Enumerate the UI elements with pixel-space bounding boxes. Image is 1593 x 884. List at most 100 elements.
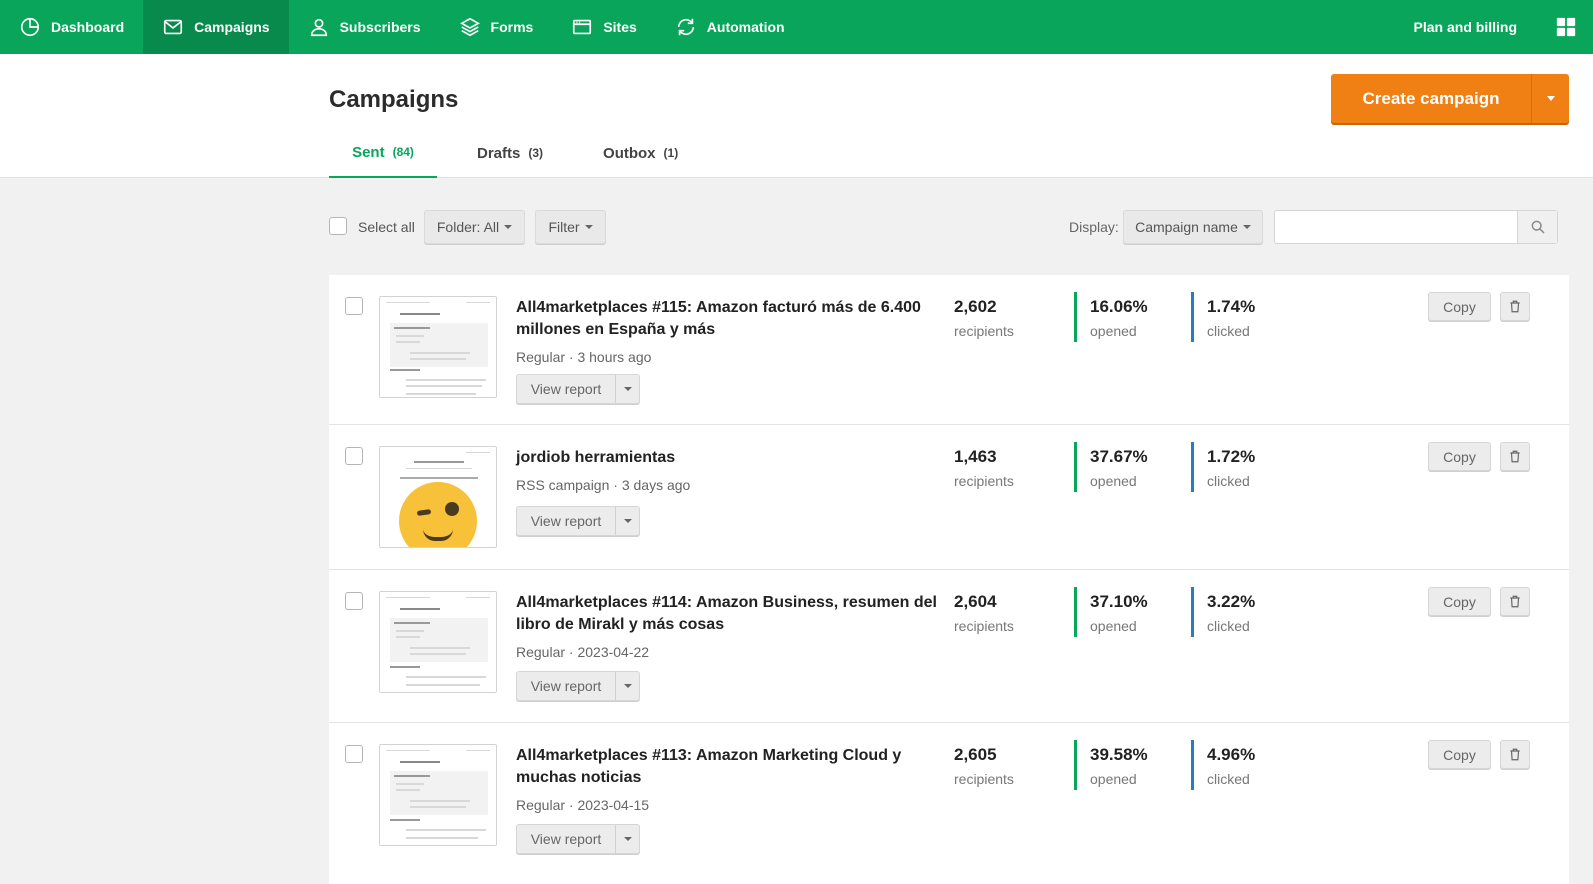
tab-drafts[interactable]: Drafts (3) (477, 128, 543, 178)
campaign-title[interactable]: jordiob herramientas (516, 447, 956, 469)
tab-sent-label: Sent (352, 143, 385, 161)
page-header: Campaigns Create campaign Sent (84) Draf… (0, 54, 1593, 178)
winking-face-icon (399, 482, 477, 547)
search-button[interactable] (1517, 211, 1557, 243)
campaign-row: All4marketplaces #113: Amazon Marketing … (329, 723, 1569, 884)
tab-outbox[interactable]: Outbox (1) (603, 128, 678, 178)
delete-button[interactable] (1500, 292, 1530, 321)
opened-stat: 39.58% opened (1074, 740, 1148, 790)
select-all-checkbox[interactable] (329, 217, 347, 235)
campaign-title[interactable]: All4marketplaces #113: Amazon Marketing … (516, 745, 956, 789)
nav-campaigns-label: Campaigns (194, 19, 270, 35)
browser-window-icon (573, 19, 592, 35)
pie-chart-icon (20, 17, 40, 37)
opened-value: 16.06% (1090, 297, 1148, 316)
filter-dropdown[interactable]: Filter (535, 210, 606, 244)
nav-dashboard[interactable]: Dashboard (0, 0, 143, 54)
page-title: Campaigns (329, 86, 459, 113)
view-report-dropdown[interactable] (615, 825, 639, 853)
refresh-icon (677, 18, 694, 36)
recipients-stat: 2,605 recipients (954, 745, 1014, 787)
clicked-label: clicked (1207, 323, 1250, 339)
nav-subscribers-label: Subscribers (339, 19, 421, 35)
campaign-checkbox[interactable] (345, 447, 363, 465)
recipients-label: recipients (954, 771, 1014, 787)
plan-and-billing-link[interactable]: Plan and billing (1392, 0, 1539, 54)
tab-drafts-label: Drafts (477, 144, 521, 162)
campaign-thumbnail[interactable] (379, 744, 497, 846)
view-report-dropdown[interactable] (615, 672, 639, 700)
nav-subscribers[interactable]: Subscribers (289, 0, 440, 54)
copy-button[interactable]: Copy (1428, 587, 1491, 616)
folder-dropdown[interactable]: Folder: All (424, 210, 525, 244)
view-report-button[interactable]: View report (517, 672, 615, 700)
nav-automation[interactable]: Automation (656, 0, 804, 54)
opened-value: 39.58% (1090, 745, 1148, 764)
copy-button[interactable]: Copy (1428, 442, 1491, 471)
recipients-label: recipients (954, 323, 1014, 339)
campaign-checkbox[interactable] (345, 592, 363, 610)
clicked-value: 4.96% (1207, 745, 1256, 764)
recipients-label: recipients (954, 618, 1014, 634)
campaign-thumbnail[interactable] (379, 446, 497, 548)
clicked-stat: 3.22% clicked (1191, 587, 1255, 637)
opened-label: opened (1090, 473, 1137, 489)
campaign-list: All4marketplaces #115: Amazon facturó má… (329, 275, 1569, 884)
view-report-dropdown[interactable] (615, 375, 639, 403)
campaign-meta: RSS campaign · 3 days ago (516, 477, 691, 493)
trash-icon (1510, 595, 1520, 608)
tab-outbox-label: Outbox (603, 144, 656, 162)
display-label: Display: (1069, 219, 1119, 235)
campaign-title[interactable]: All4marketplaces #114: Amazon Business, … (516, 592, 956, 636)
opened-stat: 37.67% opened (1074, 442, 1148, 492)
view-report-dropdown[interactable] (615, 507, 639, 535)
tab-outbox-count: (1) (663, 146, 679, 160)
create-campaign-dropdown[interactable] (1531, 74, 1569, 123)
apps-menu-button[interactable] (1539, 0, 1593, 54)
clicked-label: clicked (1207, 618, 1250, 634)
campaign-tabs: Sent (84) Drafts (3) Outbox (1) (329, 128, 678, 178)
campaign-thumbnail[interactable] (379, 296, 497, 398)
campaign-title[interactable]: All4marketplaces #115: Amazon facturó má… (516, 297, 956, 341)
view-report-button[interactable]: View report (517, 825, 615, 853)
view-report-button[interactable]: View report (517, 507, 615, 535)
clicked-stat: 1.74% clicked (1191, 292, 1255, 342)
list-toolbar: Select all Folder: All Filter Display: C… (329, 210, 1569, 244)
nav-forms[interactable]: Forms (440, 0, 553, 54)
clicked-value: 1.74% (1207, 297, 1256, 316)
caret-down-icon (623, 837, 632, 841)
delete-button[interactable] (1500, 587, 1530, 616)
recipients-stat: 2,604 recipients (954, 592, 1014, 634)
search-input[interactable] (1275, 211, 1517, 243)
view-report-button[interactable]: View report (517, 375, 615, 403)
recipients-value: 2,604 (954, 592, 997, 611)
caret-down-icon (504, 225, 513, 229)
caret-down-icon (623, 387, 632, 391)
campaign-meta: Regular · 2023-04-22 (516, 644, 650, 660)
create-campaign-button[interactable]: Create campaign (1331, 74, 1531, 123)
campaign-checkbox[interactable] (345, 745, 363, 763)
delete-button[interactable] (1500, 740, 1530, 769)
copy-button[interactable]: Copy (1428, 292, 1491, 321)
opened-stat: 37.10% opened (1074, 587, 1148, 637)
envelope-icon (164, 19, 183, 35)
nav-campaigns[interactable]: Campaigns (143, 0, 289, 54)
recipients-value: 2,602 (954, 297, 997, 316)
opened-stat: 16.06% opened (1074, 292, 1148, 342)
recipients-stat: 1,463 recipients (954, 447, 1014, 489)
caret-down-icon (623, 519, 632, 523)
nav-sites[interactable]: Sites (552, 0, 655, 54)
select-all-label[interactable]: Select all (358, 219, 415, 235)
campaign-checkbox[interactable] (345, 297, 363, 315)
recipients-label: recipients (954, 473, 1014, 489)
top-navigation: Dashboard Campaigns Subscribers Forms Si… (0, 0, 1593, 54)
copy-button[interactable]: Copy (1428, 740, 1491, 769)
view-report-button-group: View report (516, 671, 640, 701)
delete-button[interactable] (1500, 442, 1530, 471)
recipients-value: 2,605 (954, 745, 997, 764)
campaign-thumbnail[interactable] (379, 591, 497, 693)
tab-sent[interactable]: Sent (84) (329, 128, 437, 178)
display-dropdown[interactable]: Campaign name (1123, 210, 1263, 244)
opened-label: opened (1090, 618, 1137, 634)
filter-dropdown-label: Filter (548, 219, 580, 235)
